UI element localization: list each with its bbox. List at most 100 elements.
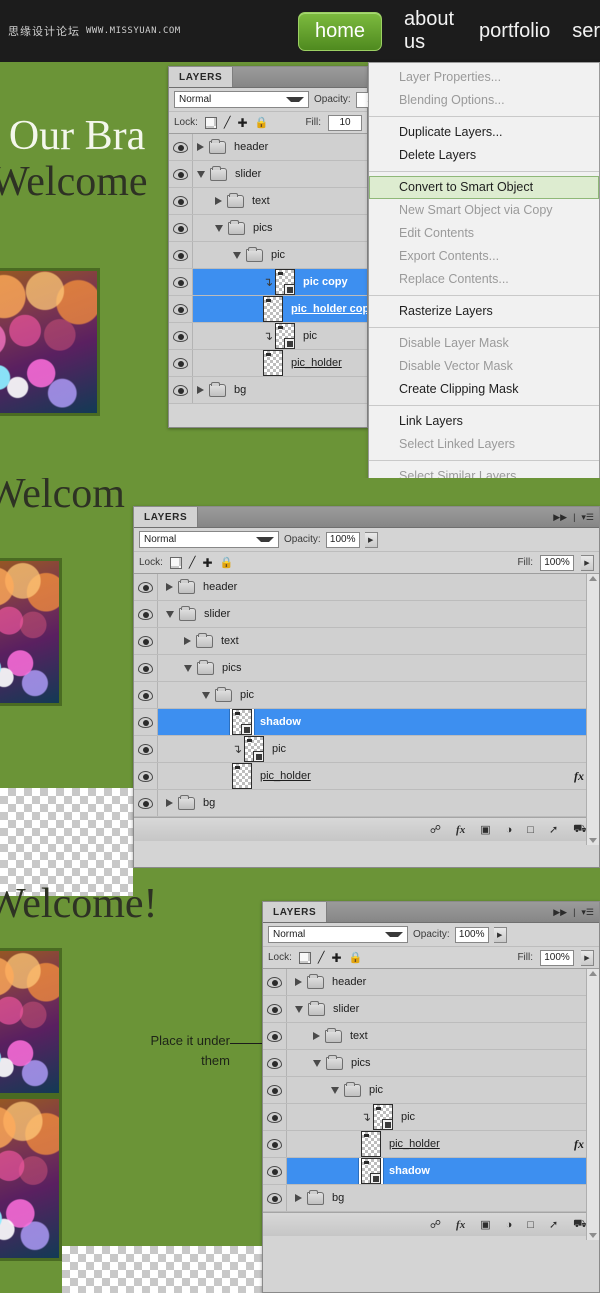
layer-context-menu[interactable]: Layer Properties... Blending Options... Du… — [368, 62, 600, 478]
layer-visibility-toggle[interactable] — [134, 628, 158, 654]
layer-visibility-toggle[interactable] — [263, 1050, 287, 1076]
layer-row[interactable]: pic_holder copy — [169, 296, 367, 323]
disclosure-triangle-collapsed-icon[interactable] — [295, 1194, 302, 1202]
menu-item[interactable]: Convert to Smart Object — [369, 176, 599, 199]
collapse-icon[interactable]: ▶▶ — [553, 907, 567, 918]
menu-item[interactable]: Delete Layers — [369, 144, 599, 167]
nav-item-services[interactable]: ser — [572, 20, 600, 43]
layer-visibility-toggle[interactable] — [169, 269, 193, 295]
disclosure-triangle-expanded-icon[interactable] — [313, 1059, 321, 1067]
mask-icon[interactable]: ▣ — [480, 1218, 490, 1231]
menu-item[interactable]: Rasterize Layers — [369, 300, 599, 323]
fx-icon[interactable]: fx — [574, 769, 584, 784]
link-icon[interactable]: ☍ — [430, 823, 441, 836]
collapse-icon[interactable]: ▶▶ — [553, 512, 567, 523]
adjustment-icon[interactable]: ◑ — [506, 1219, 513, 1231]
layer-visibility-toggle[interactable] — [134, 682, 158, 708]
layers-panel-2[interactable]: LAYERS ▶▶ | ▾☰ Normal Opacity: 100% ▶ Lo… — [133, 506, 600, 868]
layer-row[interactable]: pic_holder fx — [263, 1131, 599, 1158]
disclosure-triangle-expanded-icon[interactable] — [295, 1005, 303, 1013]
panel2-fill-stepper[interactable]: ▶ — [581, 554, 594, 571]
panel2-scrollbar[interactable] — [586, 574, 599, 845]
layer-visibility-toggle[interactable] — [169, 350, 193, 376]
layer-visibility-toggle[interactable] — [134, 601, 158, 627]
panel3-fill-value[interactable]: 100% — [540, 949, 574, 966]
layer-row[interactable]: pic — [134, 682, 599, 709]
fx-icon[interactable]: fx — [456, 824, 465, 836]
menu-item[interactable]: New Smart Object via Copy — [369, 199, 599, 222]
disclosure-triangle-collapsed-icon[interactable] — [197, 386, 204, 394]
panel-menu-icon[interactable]: ▾☰ — [581, 512, 594, 523]
menu-item[interactable]: Link Layers — [369, 410, 599, 433]
disclosure-triangle-collapsed-icon[interactable] — [166, 799, 173, 807]
nav-item-about-us[interactable]: about us — [404, 8, 457, 54]
layer-row[interactable]: text — [169, 188, 367, 215]
panel3-scrollbar[interactable] — [586, 969, 599, 1240]
panel2-fill-value[interactable]: 100% — [540, 554, 574, 571]
nav-item-home[interactable]: home — [298, 11, 383, 51]
layer-row[interactable]: bg — [263, 1185, 599, 1212]
disclosure-triangle-collapsed-icon[interactable] — [295, 978, 302, 986]
scroll-down-icon[interactable] — [589, 838, 597, 843]
layer-row[interactable]: header — [134, 574, 599, 601]
disclosure-triangle-expanded-icon[interactable] — [202, 691, 210, 699]
menu-item[interactable]: Replace Contents... — [369, 268, 599, 291]
layer-visibility-toggle[interactable] — [169, 377, 193, 403]
menu-item[interactable]: Select Linked Layers — [369, 433, 599, 456]
disclosure-triangle-expanded-icon[interactable] — [184, 664, 192, 672]
fx-icon[interactable]: fx — [456, 1219, 465, 1231]
menu-item[interactable]: Duplicate Layers... — [369, 121, 599, 144]
panel3-blend-mode-select[interactable]: Normal — [268, 926, 408, 943]
layer-visibility-toggle[interactable] — [134, 736, 158, 762]
panel3-footer-toolbar[interactable]: ☍ fx ▣ ◑ □ ➚ ⛟ — [263, 1212, 599, 1236]
layer-row[interactable]: pic_holder — [169, 350, 367, 377]
layer-visibility-toggle[interactable] — [263, 1185, 287, 1211]
panel3-layer-list[interactable]: header slider text pics pic ↴ pic pic_holder fx s… — [263, 969, 599, 1212]
panel2-footer-toolbar[interactable]: ☍ fx ▣ ◑ □ ➚ ⛟ — [134, 817, 599, 841]
layer-row[interactable]: slider — [169, 161, 367, 188]
layer-visibility-toggle[interactable] — [169, 215, 193, 241]
disclosure-triangle-expanded-icon[interactable] — [215, 224, 223, 232]
adjustment-icon[interactable]: ◑ — [506, 824, 513, 836]
layer-visibility-toggle[interactable] — [134, 655, 158, 681]
panel-menu-icon[interactable]: ▾☰ — [581, 907, 594, 918]
panel1-tab-layers[interactable]: LAYERS — [169, 67, 234, 87]
menu-item[interactable]: Blending Options... — [369, 89, 599, 112]
scroll-down-icon[interactable] — [589, 1233, 597, 1238]
layer-row[interactable]: pics — [134, 655, 599, 682]
layer-row[interactable]: pics — [263, 1050, 599, 1077]
disclosure-triangle-collapsed-icon[interactable] — [166, 583, 173, 591]
delete-icon[interactable]: ⛟ — [573, 1218, 587, 1232]
menu-item[interactable]: Select Similar Layers — [369, 465, 599, 478]
panel3-opacity-stepper[interactable]: ▶ — [493, 926, 507, 943]
panel3-tab-layers[interactable]: LAYERS — [263, 902, 328, 922]
group-icon[interactable]: □ — [527, 824, 534, 836]
lock-paint-icon[interactable]: ╱ — [224, 116, 231, 129]
layer-visibility-toggle[interactable] — [169, 296, 193, 322]
layer-visibility-toggle[interactable] — [169, 161, 193, 187]
lock-paint-icon[interactable]: ╱ — [189, 556, 196, 569]
disclosure-triangle-expanded-icon[interactable] — [166, 610, 174, 618]
layer-visibility-toggle[interactable] — [169, 134, 193, 160]
layers-panel-1[interactable]: LAYERS Normal Opacity: 10 Lock: ╱ ✚ 🔒 Fi… — [168, 66, 390, 428]
layer-row[interactable]: bg — [134, 790, 599, 817]
panel2-blend-mode-select[interactable]: Normal — [139, 531, 279, 548]
layer-visibility-toggle[interactable] — [263, 996, 287, 1022]
layer-row[interactable]: text — [134, 628, 599, 655]
lock-all-icon[interactable]: 🔒 — [349, 951, 363, 964]
disclosure-triangle-collapsed-icon[interactable] — [184, 637, 191, 645]
layer-visibility-toggle[interactable] — [169, 242, 193, 268]
delete-icon[interactable]: ⛟ — [573, 823, 587, 837]
layer-visibility-toggle[interactable] — [134, 709, 158, 735]
fx-icon[interactable]: fx — [574, 1137, 584, 1152]
layer-visibility-toggle[interactable] — [263, 1023, 287, 1049]
layer-visibility-toggle[interactable] — [263, 1077, 287, 1103]
layer-row[interactable]: ↴ pic — [134, 736, 599, 763]
menu-item[interactable]: Edit Contents — [369, 222, 599, 245]
panel3-fill-stepper[interactable]: ▶ — [581, 949, 594, 966]
panel2-layer-list[interactable]: header slider text pics pic shadow ↴ pic pic_hol… — [134, 574, 599, 817]
lock-transparency-icon[interactable] — [169, 556, 182, 569]
layer-row[interactable]: pic_holder fx — [134, 763, 599, 790]
layer-row[interactable]: header — [263, 969, 599, 996]
layer-row[interactable]: header — [169, 134, 367, 161]
